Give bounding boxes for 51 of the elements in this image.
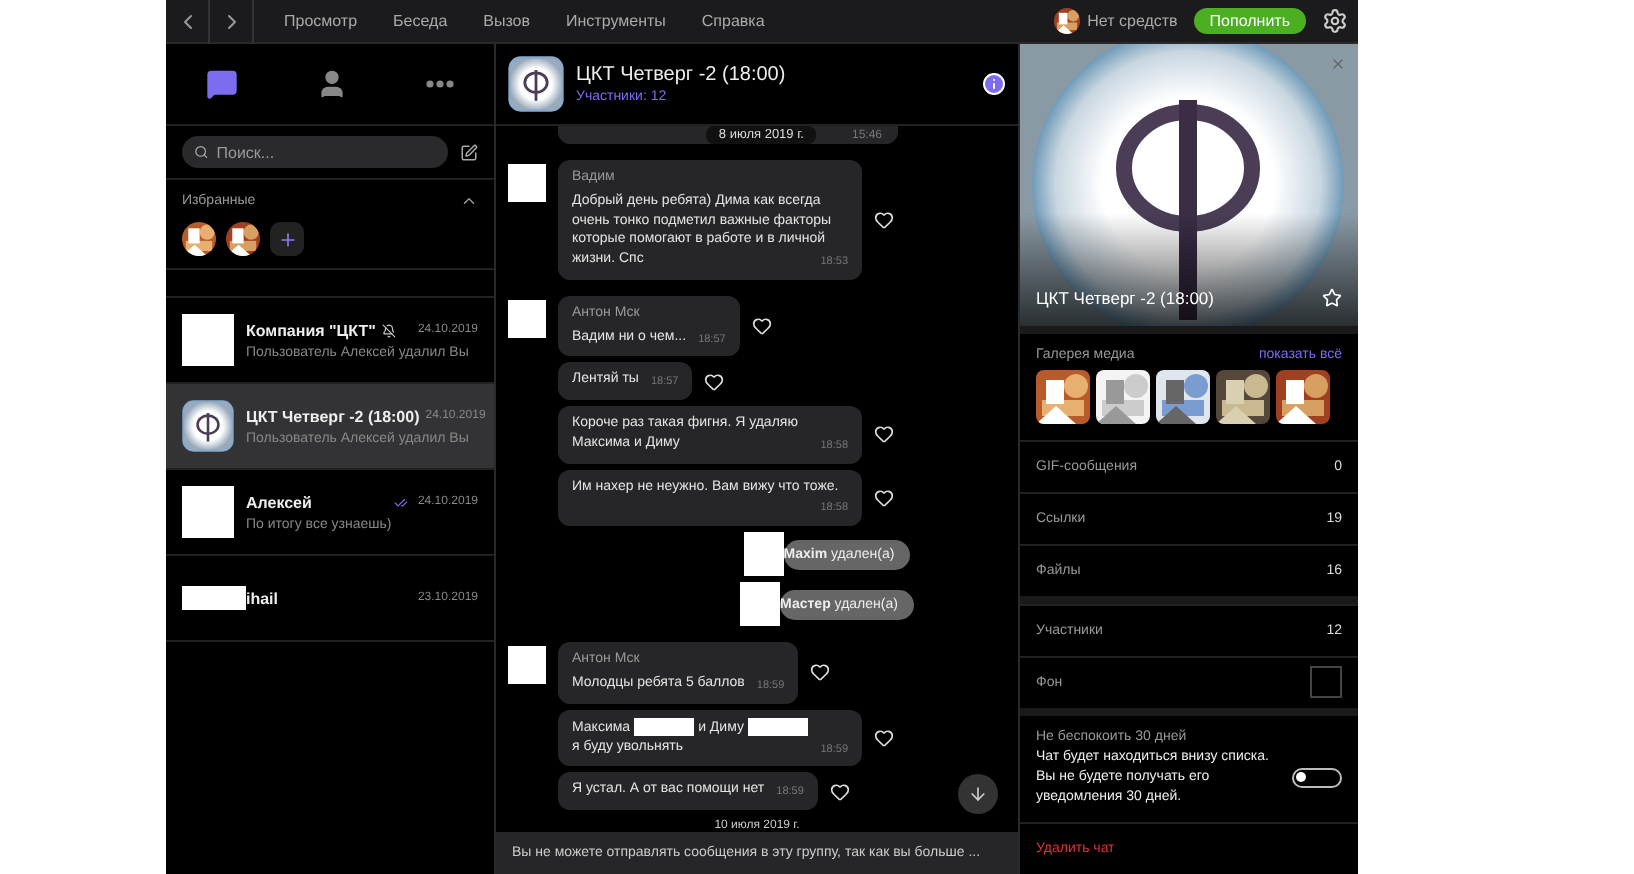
hidden-avatar <box>508 646 546 685</box>
menu-item[interactable]: Вызов <box>465 12 549 30</box>
menu-item[interactable]: Инструменты <box>548 12 684 30</box>
like-icon[interactable] <box>874 487 894 508</box>
add-button[interactable] <box>270 222 304 256</box>
background-swatch[interactable] <box>1310 666 1342 699</box>
chat-title: ЦКТ Четверг -2 (18:00) <box>576 64 788 86</box>
hidden-avatar <box>743 532 784 577</box>
star-icon[interactable] <box>1322 288 1342 308</box>
sidebar-tab[interactable] <box>426 80 455 88</box>
chat-name: Алексей <box>246 493 312 511</box>
scroll-down-button[interactable] <box>958 774 998 814</box>
settings-icon[interactable] <box>1322 8 1348 34</box>
menu-item[interactable]: Справка <box>683 12 783 30</box>
redaction-mark <box>634 717 695 735</box>
menu-item[interactable]: Беседа <box>375 12 466 30</box>
like-icon[interactable] <box>874 727 894 748</box>
collapse-icon[interactable] <box>460 192 478 210</box>
mute-toggle[interactable] <box>1292 767 1342 788</box>
hidden-avatar <box>182 486 234 538</box>
like-icon[interactable] <box>751 316 772 337</box>
arrow-down-icon <box>968 784 988 804</box>
like-icon[interactable] <box>704 371 725 392</box>
logo-icon <box>508 56 564 112</box>
like-icon[interactable] <box>810 662 831 683</box>
plus-icon <box>277 229 297 249</box>
info-icon[interactable] <box>982 72 1006 96</box>
chat-name: Компания "ЦКТ" <box>246 321 376 339</box>
hidden-avatar <box>508 164 546 202</box>
like-icon[interactable] <box>829 781 850 802</box>
balance-label: Нет средств <box>1087 12 1178 30</box>
search-input[interactable]: Поиск... <box>216 143 436 161</box>
chat-icon <box>205 68 238 100</box>
logo-icon <box>182 400 234 452</box>
sidebar-tab[interactable] <box>205 68 238 100</box>
group-name: ЦКТ Четверг -2 (18:00) <box>1036 288 1214 308</box>
hidden-avatar <box>508 299 546 338</box>
sidebar-tab[interactable] <box>315 68 348 100</box>
person-icon <box>315 68 348 100</box>
hidden-avatar <box>740 582 781 627</box>
like-icon[interactable] <box>874 209 894 230</box>
compose-icon[interactable] <box>460 143 478 161</box>
like-icon[interactable] <box>874 424 894 445</box>
chat-name: ihail <box>246 589 279 607</box>
menu-item[interactable]: Просмотр <box>266 12 376 30</box>
hidden-avatar <box>182 314 234 366</box>
search-field[interactable]: Поиск... <box>182 136 448 168</box>
redaction-mark <box>747 717 808 735</box>
search-icon <box>194 144 209 160</box>
more-icon <box>426 80 455 88</box>
chat-name: ЦКТ Четверг -2 (18:00) <box>246 407 420 425</box>
